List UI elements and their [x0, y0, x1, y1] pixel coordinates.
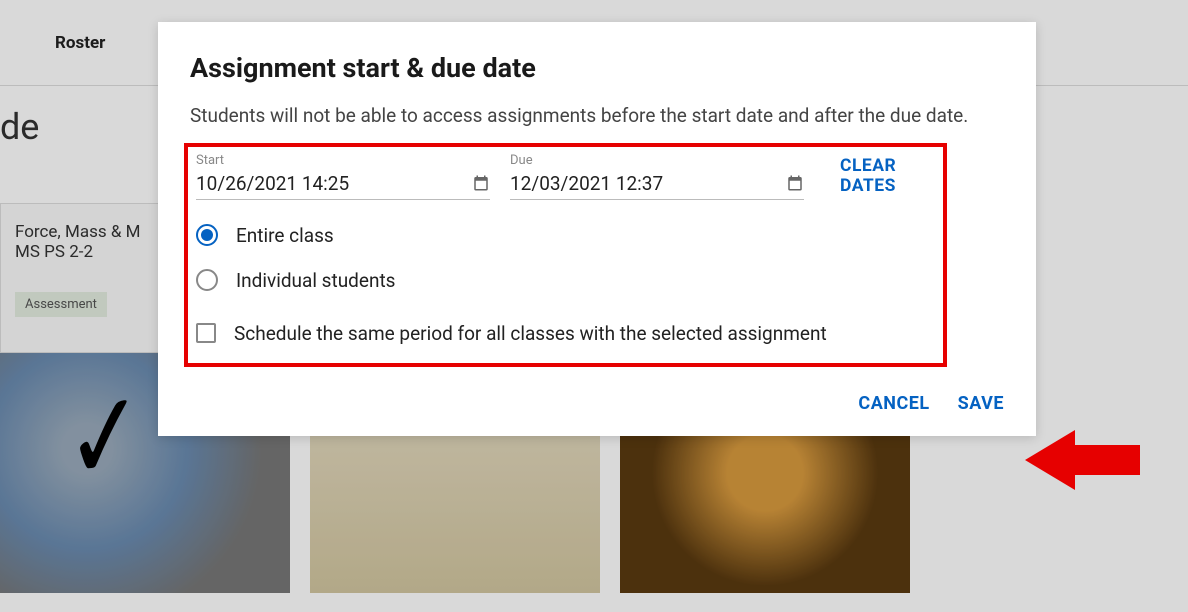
start-date-field[interactable]: Start 10/26/2021 14:25 — [196, 153, 490, 200]
radio-unselected-icon — [196, 269, 218, 291]
start-date-value: 10/26/2021 14:25 — [196, 172, 349, 195]
start-date-label: Start — [196, 153, 490, 168]
due-date-value: 12/03/2021 12:37 — [510, 172, 663, 195]
save-button[interactable]: SAVE — [958, 393, 1004, 414]
dialog-description: Students will not be able to access assi… — [190, 102, 1004, 131]
option-schedule-all-classes-label: Schedule the same period for all classes… — [234, 322, 827, 345]
date-fields-row: Start 10/26/2021 14:25 Due 12/03/2021 12… — [196, 153, 935, 200]
clear-dates-button[interactable]: CLEAR DATES — [840, 156, 935, 200]
option-entire-class-label: Entire class — [236, 224, 334, 247]
annotation-arrow-icon — [1025, 420, 1140, 500]
option-individual-students-label: Individual students — [236, 269, 395, 292]
dialog-title: Assignment start & due date — [190, 52, 1004, 84]
option-schedule-all-classes[interactable]: Schedule the same period for all classes… — [196, 322, 935, 345]
cancel-button[interactable]: CANCEL — [858, 393, 929, 414]
due-date-field[interactable]: Due 12/03/2021 12:37 — [510, 153, 804, 200]
option-entire-class[interactable]: Entire class — [196, 224, 935, 247]
radio-selected-icon — [196, 224, 218, 246]
calendar-icon[interactable] — [786, 174, 804, 192]
dialog-actions: CANCEL SAVE — [190, 393, 1004, 414]
highlighted-area: Start 10/26/2021 14:25 Due 12/03/2021 12… — [184, 143, 947, 367]
calendar-icon[interactable] — [472, 174, 490, 192]
assignment-date-dialog: Assignment start & due date Students wil… — [158, 22, 1036, 436]
due-date-label: Due — [510, 153, 804, 168]
option-individual-students[interactable]: Individual students — [196, 269, 935, 292]
checkbox-unchecked-icon — [196, 323, 216, 343]
